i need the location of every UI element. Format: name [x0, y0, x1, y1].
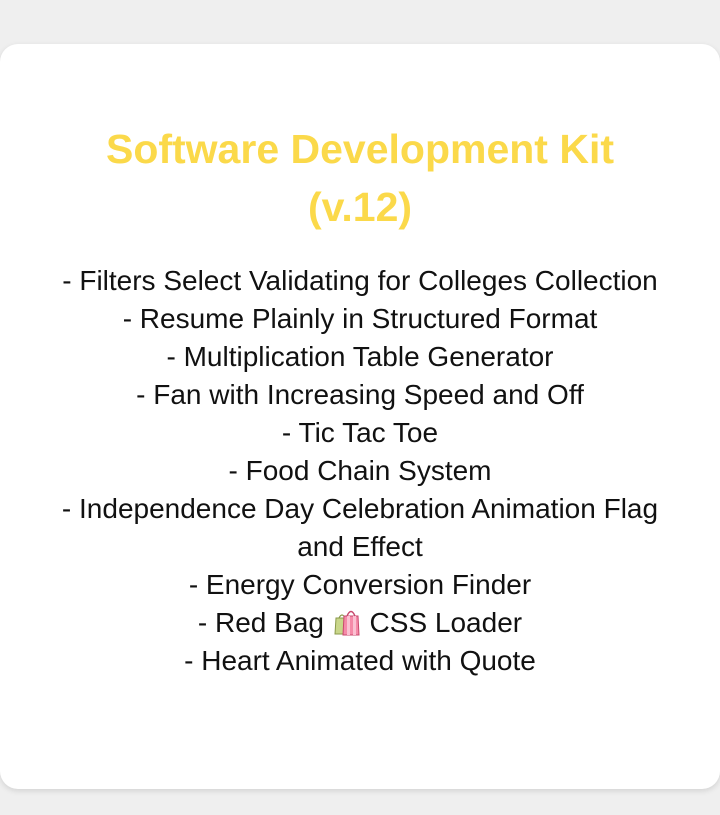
list-item: - Resume Plainly in Structured Format: [122, 303, 598, 334]
list-item: - Tic Tac Toe: [281, 417, 439, 448]
css-loader-label: CSS Loader: [369, 607, 523, 638]
card-title-line1: Software Development Kit: [105, 126, 615, 172]
list-item: - Energy Conversion Finder: [188, 569, 532, 600]
list-item: - Heart Animated with Quote: [184, 645, 536, 676]
sdk-card: Software Development Kit (v.12) - Filter…: [0, 44, 720, 789]
list-item-red-bag: - Red Bag CSS Loader: [0, 604, 720, 642]
feature-list: - Filters Select Validating for Colleges…: [0, 262, 720, 680]
list-item: - Food Chain System: [228, 455, 492, 486]
card-title: Software Development Kit (v.12): [0, 120, 720, 236]
list-item: - Independence Day Celebration Animation…: [61, 493, 659, 562]
list-item: - Fan with Increasing Speed and Off: [136, 379, 584, 410]
card-title-line2: (v.12): [307, 184, 413, 230]
list-item: - Multiplication Table Generator: [166, 341, 554, 372]
shopping-bags-icon: [334, 606, 360, 636]
list-item: - Filters Select Validating for Colleges…: [62, 265, 658, 296]
red-bag-label: - Red Bag: [197, 607, 324, 638]
